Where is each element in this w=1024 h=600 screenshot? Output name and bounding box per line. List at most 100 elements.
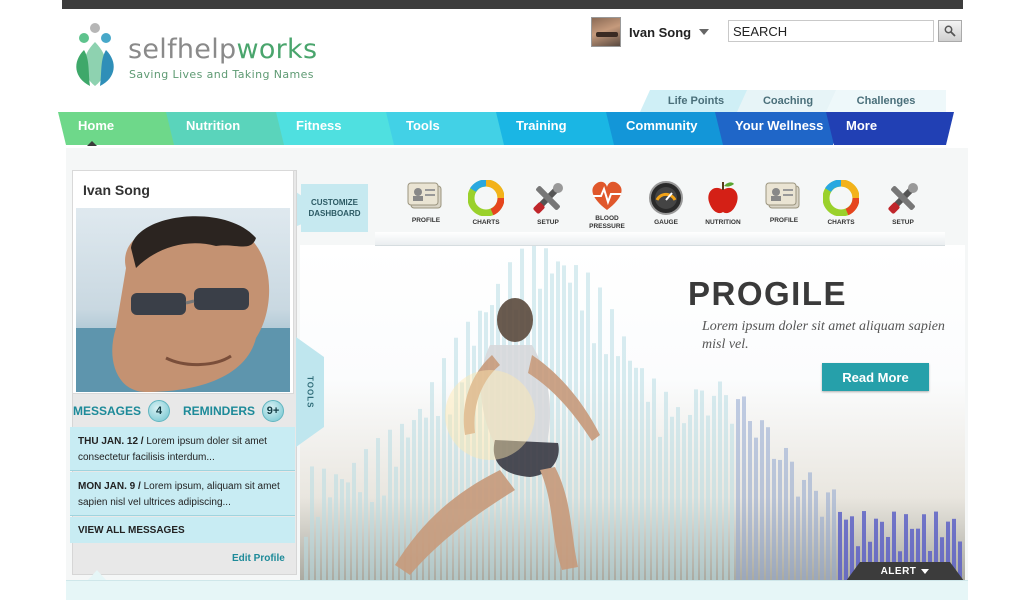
equalizer-bar	[700, 390, 704, 581]
nav-tools[interactable]: Tools	[386, 112, 512, 145]
hero-illustration	[304, 245, 962, 581]
equalizer-bar	[622, 336, 626, 581]
equalizer-bar	[664, 391, 668, 581]
equalizer-bar	[628, 360, 632, 581]
equalizer-bar	[592, 343, 596, 581]
main-nav: Home Nutrition Fitness Tools Training Co…	[58, 112, 958, 145]
dashboard-setup-button[interactable]: SETUP	[518, 180, 578, 235]
equalizer-bar	[712, 395, 716, 581]
read-more-button[interactable]: Read More	[822, 363, 929, 391]
equalizer-bar	[790, 461, 794, 581]
dashboard-icon-label: SETUP	[892, 219, 914, 226]
dashboard-setup-button[interactable]: SETUP	[873, 180, 933, 235]
equalizer-bar	[316, 516, 320, 581]
equalizer-bar	[682, 423, 686, 581]
search-button[interactable]	[938, 20, 962, 42]
equalizer-bar	[724, 395, 728, 581]
blood-pressure-icon	[577, 180, 637, 212]
equalizer-bar	[670, 416, 674, 581]
equalizer-bar	[796, 496, 800, 581]
equalizer-bar	[844, 519, 848, 581]
equalizer-bar	[742, 396, 746, 581]
logo[interactable]: selfhelpworks Saving Lives and Taking Na…	[70, 22, 330, 88]
view-all-messages-link[interactable]: VIEW ALL MESSAGES	[70, 517, 295, 543]
tab-coaching[interactable]: Coaching	[737, 90, 839, 112]
dashboard-profile-button[interactable]: PROFILE	[396, 180, 456, 235]
equalizer-bar	[766, 427, 770, 581]
equalizer-bar	[580, 310, 584, 581]
nav-training[interactable]: Training	[496, 112, 622, 145]
dashboard-charts-button[interactable]: CHARTS	[456, 180, 516, 235]
dashboard-profile-button[interactable]: PROFILE	[754, 180, 814, 235]
customize-dashboard-button[interactable]: CUSTOMIZE DASHBOARD	[301, 184, 368, 232]
tab-life-points[interactable]: Life Points	[640, 90, 752, 112]
profile-card: Ivan Song	[72, 170, 294, 394]
profile-icon	[396, 180, 456, 214]
equalizer-bar	[748, 421, 752, 581]
message-item[interactable]: THU JAN. 12 / Lorem ipsum doler sit amet…	[70, 427, 295, 471]
alert-label: ALERT	[880, 566, 917, 577]
equalizer-bar	[604, 354, 608, 581]
alert-button[interactable]: ALERT	[846, 562, 964, 581]
dashboard-nutrition-button[interactable]: NUTRITION	[693, 180, 753, 235]
equalizer-bar	[652, 378, 656, 581]
message-item[interactable]: MON JAN. 9 / Lorem ipsum, aliquam sit am…	[70, 472, 295, 516]
nav-home[interactable]: Home	[58, 112, 184, 145]
equalizer-bar	[352, 462, 356, 581]
user-name: Ivan Song	[629, 24, 692, 40]
equalizer-bar	[730, 423, 734, 581]
equalizer-bar	[808, 472, 812, 581]
equalizer-bar	[322, 468, 326, 581]
equalizer-bar	[838, 511, 842, 581]
equalizer-bar	[634, 367, 638, 581]
nav-community[interactable]: Community	[606, 112, 732, 145]
equalizer-bar	[676, 407, 680, 581]
edit-profile-link[interactable]: Edit Profile	[232, 553, 285, 564]
equalizer-bar	[304, 536, 308, 581]
dashboard-charts-button[interactable]: CHARTS	[811, 180, 871, 235]
gauge-icon	[636, 180, 696, 216]
equalizer-bar	[658, 436, 662, 581]
dashboard-icon-label: SETUP	[537, 219, 559, 226]
equalizer-bar	[832, 489, 836, 581]
reminders-count-badge: 9+	[262, 400, 285, 422]
profile-name: Ivan Song	[83, 182, 150, 198]
dashboard-blood-pressure-button[interactable]: BLOOD PRESSURE	[577, 180, 637, 235]
tab-messages[interactable]: MESSAGES 4	[73, 398, 171, 424]
equalizer-bar	[640, 368, 644, 581]
tab-reminders[interactable]: REMINDERS 9+	[183, 398, 285, 424]
dashboard-icon-label: CHARTS	[827, 219, 855, 226]
dashboard-icon-label: PROFILE	[411, 217, 441, 224]
caret-down-icon	[921, 569, 929, 574]
equalizer-bar	[574, 265, 578, 581]
nav-fitness[interactable]: Fitness	[276, 112, 402, 145]
equalizer-bar	[610, 309, 614, 581]
equalizer-bar	[454, 337, 458, 581]
dashboard-gauge-button[interactable]: GAUGE	[636, 180, 696, 235]
equalizer-bar	[358, 492, 362, 581]
messages-count-badge: 4	[148, 400, 171, 422]
chevron-down-icon[interactable]	[699, 29, 710, 35]
dashboard-icon-label: GAUGE	[654, 219, 678, 226]
equalizer-bar	[388, 429, 392, 581]
equalizer-bar	[442, 358, 446, 581]
search-icon	[944, 25, 956, 37]
setup-icon	[518, 180, 578, 216]
setup-icon	[873, 180, 933, 216]
equalizer-bar	[364, 449, 368, 581]
nav-more[interactable]: More	[826, 112, 954, 145]
user-menu[interactable]: Ivan Song	[591, 17, 710, 47]
brand-name: selfhelpworks	[128, 34, 318, 65]
hero-banner	[300, 245, 965, 581]
search-input[interactable]	[728, 20, 934, 42]
equalizer-bar	[340, 479, 344, 581]
bottom-strip	[66, 580, 968, 600]
tab-challenges[interactable]: Challenges	[826, 90, 946, 112]
equalizer-bar	[616, 356, 620, 581]
equalizer-bar	[736, 399, 740, 581]
nav-your-wellness[interactable]: Your Wellness	[715, 112, 841, 145]
equalizer-bar	[814, 490, 818, 581]
nav-nutrition[interactable]: Nutrition	[166, 112, 292, 145]
hero-text: Lorem ipsum doler sit amet aliquam sapie…	[702, 319, 945, 352]
profile-icon	[754, 180, 814, 214]
